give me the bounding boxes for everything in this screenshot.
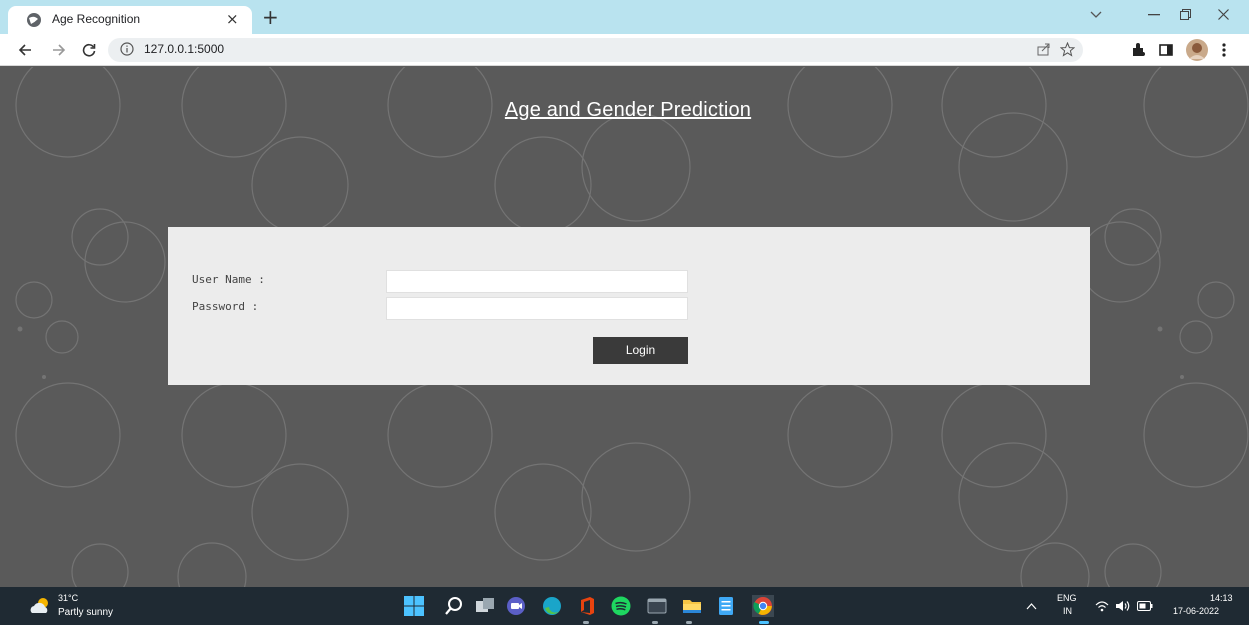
tab-title: Age Recognition	[52, 12, 141, 26]
wifi-icon[interactable]	[1095, 600, 1109, 612]
new-tab-button[interactable]: +	[262, 5, 279, 29]
terminal-running-indicator	[652, 621, 658, 624]
extensions-icon[interactable]	[1130, 42, 1146, 58]
volume-icon[interactable]	[1115, 599, 1131, 613]
chrome-active-indicator	[759, 621, 769, 624]
page-content: Age and Gender Prediction User Name : Pa…	[0, 67, 1249, 587]
language-code[interactable]: ENG	[1057, 593, 1077, 603]
forward-icon[interactable]	[52, 43, 66, 57]
browser-tab[interactable]: Age Recognition ×	[8, 6, 252, 34]
reload-icon[interactable]	[82, 43, 96, 57]
edge-icon[interactable]	[541, 595, 563, 617]
login-form: User Name : Password : Login	[168, 227, 1090, 385]
spotify-icon[interactable]	[610, 595, 632, 617]
chrome-icon[interactable]	[752, 595, 774, 617]
file-explorer-icon[interactable]	[681, 595, 703, 617]
back-icon[interactable]	[18, 43, 32, 57]
close-window-icon[interactable]	[1218, 9, 1229, 20]
url-text: 127.0.0.1:5000	[144, 42, 225, 56]
taskbar: 31°C Partly sunny ENG IN 14:13 17-06-202…	[0, 587, 1249, 625]
page-title: Age and Gender Prediction	[504, 99, 752, 121]
minimize-icon[interactable]	[1148, 14, 1160, 16]
office-running-indicator	[583, 621, 589, 624]
weather-condition: Partly sunny	[58, 607, 114, 618]
menu-icon[interactable]	[1222, 42, 1226, 58]
sidepanel-icon[interactable]	[1159, 44, 1173, 56]
address-bar[interactable]: 127.0.0.1:5000	[108, 38, 1083, 62]
notepad-icon[interactable]	[715, 595, 737, 617]
weather-temperature: 31°C	[58, 593, 79, 603]
clock-time[interactable]: 14:13	[1210, 593, 1233, 603]
tab-close-icon[interactable]: ×	[226, 10, 239, 28]
taskview-icon[interactable]	[474, 595, 496, 617]
star-icon[interactable]	[1060, 42, 1075, 57]
windows-start-icon[interactable]	[403, 595, 425, 617]
password-label: Password :	[192, 300, 259, 313]
tray-chevron-icon[interactable]	[1026, 603, 1037, 610]
browser-toolbar: 127.0.0.1:5000	[0, 34, 1249, 66]
username-label: User Name :	[192, 273, 265, 286]
language-region[interactable]: IN	[1063, 606, 1072, 616]
password-input[interactable]	[386, 297, 688, 320]
info-icon[interactable]	[120, 42, 134, 56]
chevron-down-icon[interactable]	[1090, 11, 1102, 19]
weather-icon[interactable]	[28, 597, 52, 615]
clock-date[interactable]: 17-06-2022	[1173, 606, 1219, 616]
search-icon[interactable]	[443, 595, 465, 617]
profile-avatar-icon[interactable]	[1186, 39, 1208, 61]
restore-icon[interactable]	[1180, 9, 1191, 20]
battery-icon[interactable]	[1137, 601, 1153, 611]
tab-strip: Age Recognition × +	[0, 0, 1249, 34]
login-button[interactable]: Login	[593, 337, 688, 364]
globe-icon	[27, 13, 41, 27]
username-input[interactable]	[386, 270, 688, 293]
terminal-icon[interactable]	[646, 595, 668, 617]
office-icon[interactable]	[576, 595, 598, 617]
teams-icon[interactable]	[505, 595, 527, 617]
share-icon[interactable]	[1037, 42, 1051, 56]
explorer-running-indicator	[686, 621, 692, 624]
